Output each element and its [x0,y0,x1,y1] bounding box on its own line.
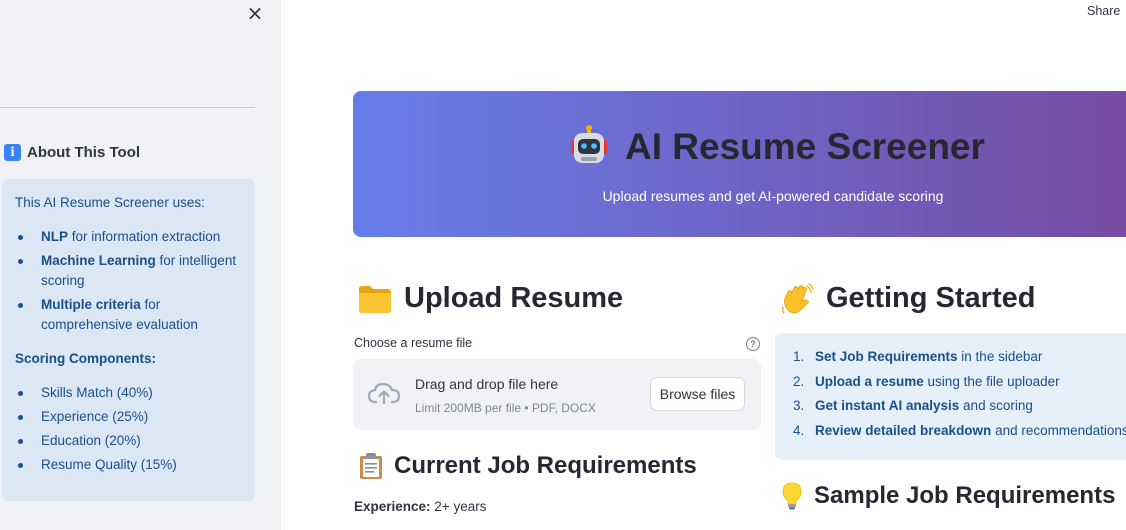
list-item: NLP for information extraction [15,227,242,247]
clipboard-icon [360,453,382,479]
dropzone-instructions: Drag and drop file here [415,376,559,392]
step-number: 2. [793,373,805,389]
page-title: AI Resume Screener [567,125,985,169]
dropzone-limit: Limit 200MB per file • PDF, DOCX [415,401,596,415]
about-info-box: This AI Resume Screener uses: NLP for in… [2,179,255,501]
feature-name: Multiple criteria [41,297,141,312]
scoring-title: Scoring Components: [15,351,156,366]
upload-title-text: Upload Resume [404,282,624,314]
getting-started-box: 1. Set Job Requirements in the sidebar 2.… [775,333,1126,460]
cloud-upload-icon [367,382,401,405]
list-item: 3. Get instant AI analysis and scoring [793,398,1126,418]
scoring-list: Skills Match (40%) Experience (25%) Educ… [15,383,242,475]
step-action: Set Job Requirements [815,349,958,364]
step-desc: and scoring [959,398,1033,413]
steps-list: 1. Set Job Requirements in the sidebar 2.… [793,349,1126,442]
share-button[interactable]: Share [1087,4,1120,18]
step-desc: in the sidebar [957,349,1043,364]
experience-value: 2+ years [430,499,487,514]
list-item: Multiple criteria for comprehensive eval… [15,295,242,335]
list-item: Experience (25%) [15,407,242,427]
list-item: 4. Review detailed breakdown and recommen… [793,423,1126,443]
list-item: 2. Upload a resume using the file uploade… [793,374,1126,394]
feature-name: Machine Learning [41,253,156,268]
lightbulb-icon [782,482,802,510]
sidebar-divider [0,107,255,108]
page-title-text: AI Resume Screener [625,126,985,167]
folder-icon [359,285,391,313]
info-icon: i [4,144,21,161]
step-number: 1. [793,349,805,364]
list-item: Education (20%) [15,431,242,451]
list-item: Resume Quality (15%) [15,455,242,475]
experience-label: Experience: [354,499,431,514]
step-number: 3. [793,398,805,413]
step-desc: and recommendations [991,422,1126,438]
file-dropzone[interactable]: Drag and drop file here Limit 200MB per … [353,359,761,430]
hero-banner: AI Resume Screener Upload resumes and ge… [353,91,1126,237]
feature-desc: for information extraction [68,229,221,244]
waving-hand-icon [782,282,814,314]
sample-requirements-title: Sample Job Requirements [780,481,1115,511]
about-intro: This AI Resume Screener uses: [15,195,205,210]
sample-requirements-title-text: Sample Job Requirements [814,482,1116,509]
upload-section-title: Upload Resume [358,282,623,315]
uploader-label: Choose a resume file [354,336,473,350]
step-desc: using the file uploader [923,373,1060,389]
help-icon[interactable]: ? [746,337,760,351]
robot-icon [571,125,607,163]
list-item: 1. Set Job Requirements in the sidebar [793,349,1126,369]
getting-started-title: Getting Started [780,282,1035,315]
job-requirements-title-text: Current Job Requirements [394,452,697,479]
step-action: Get instant AI analysis [815,398,960,413]
experience-requirement: Experience: 2+ years [354,499,486,514]
step-action: Upload a resume [815,373,924,389]
browse-files-button[interactable]: Browse files [650,377,745,411]
close-sidebar-icon[interactable]: × [244,2,266,24]
list-item: Machine Learning for intelligent scoring [15,251,242,291]
sidebar: × i About This Tool This AI Resume Scree… [0,0,281,530]
step-number: 4. [793,422,805,438]
step-action: Review detailed breakdown [815,422,992,438]
about-title: i About This Tool [4,144,140,161]
feature-name: NLP [41,229,68,244]
getting-started-title-text: Getting Started [826,282,1036,314]
page-subtitle: Upload resumes and get AI-powered candid… [602,188,944,204]
feature-list: NLP for information extraction Machine L… [15,227,242,335]
list-item: Skills Match (40%) [15,383,242,403]
job-requirements-title: Current Job Requirements [358,452,697,480]
about-title-text: About This Tool [27,144,141,161]
